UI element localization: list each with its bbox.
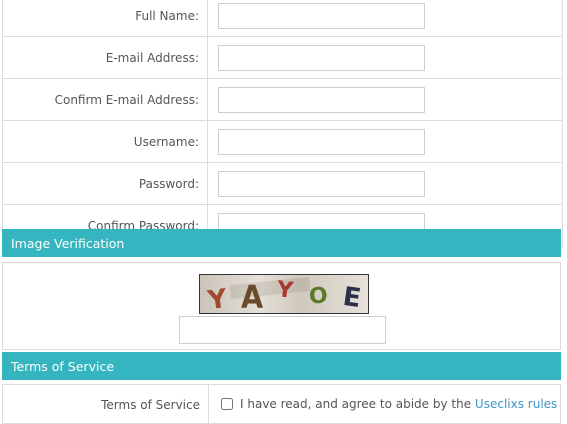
- form-row-username: Username:: [3, 121, 562, 163]
- agree-checkbox[interactable]: [221, 398, 233, 410]
- terms-label: Terms of Service: [3, 385, 209, 423]
- rules-link[interactable]: Useclixs rules: [475, 397, 557, 411]
- agree-text: I have read, and agree to abide by the U…: [240, 397, 557, 411]
- terms-of-service-header: Terms of Service: [2, 352, 561, 380]
- captcha-char: O: [307, 282, 329, 310]
- captcha-section: Y A Y O E: [2, 262, 561, 350]
- confirm-email-input[interactable]: [218, 86, 425, 113]
- password-input[interactable]: [218, 170, 425, 197]
- captcha-input[interactable]: [179, 316, 386, 344]
- captcha-char: A: [240, 280, 263, 314]
- email-label: E-mail Address:: [3, 37, 208, 78]
- captcha-char: E: [340, 281, 363, 314]
- confirm-email-label: Confirm E-mail Address:: [3, 79, 208, 120]
- image-verification-header: Image Verification: [2, 229, 561, 257]
- password-label: Password:: [3, 163, 208, 204]
- captcha-text: Y A Y O E: [200, 275, 368, 313]
- agree-text-label: I have read, and agree to abide by the: [240, 397, 472, 411]
- email-input[interactable]: [218, 44, 425, 71]
- full-name-label: Full Name:: [3, 0, 208, 36]
- username-input[interactable]: [218, 128, 425, 155]
- registration-form: Full Name: E-mail Address: Confirm E-mai…: [2, 0, 563, 247]
- username-label: Username:: [3, 121, 208, 162]
- captcha-char: Y: [276, 276, 295, 304]
- form-row-email: E-mail Address:: [3, 37, 562, 79]
- terms-row: Terms of Service I have read, and agree …: [2, 384, 561, 424]
- captcha-char: Y: [205, 283, 229, 314]
- full-name-input[interactable]: [218, 2, 425, 29]
- captcha-image: Y A Y O E: [199, 274, 369, 314]
- form-row-password: Password:: [3, 163, 562, 205]
- form-row-full-name: Full Name:: [3, 0, 562, 37]
- form-row-confirm-email: Confirm E-mail Address:: [3, 79, 562, 121]
